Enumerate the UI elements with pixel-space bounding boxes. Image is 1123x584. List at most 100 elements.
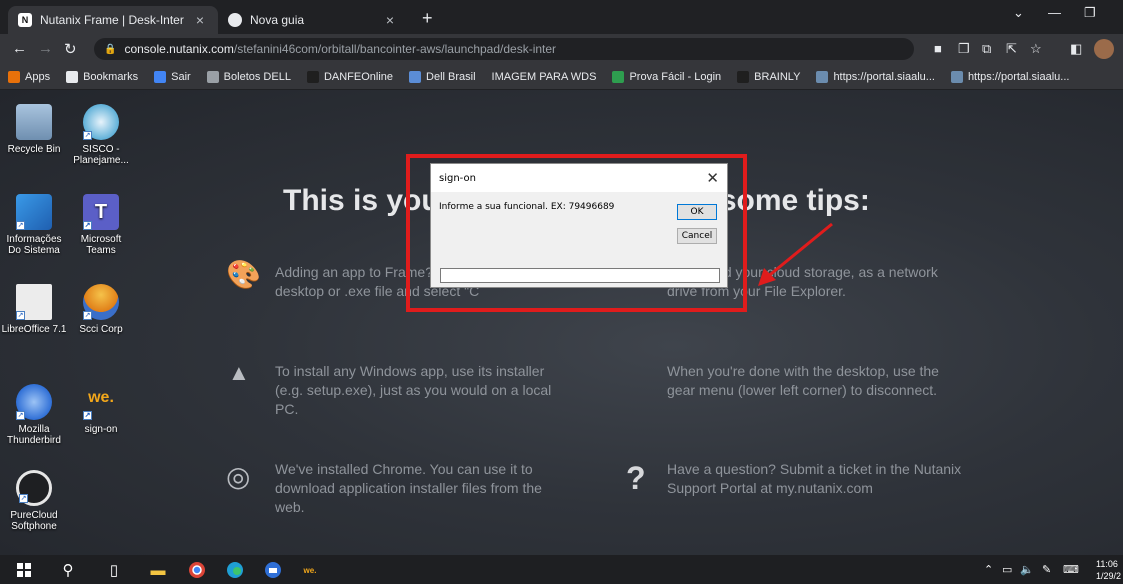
we-logo-icon: we. ↗	[83, 389, 114, 420]
bookmark-item[interactable]: BRAINLY	[737, 70, 801, 83]
bookmark-item[interactable]: Dell Brasil	[409, 70, 476, 83]
desktop-icon-system-info[interactable]: ↗ Informações Do Sistema	[1, 194, 67, 256]
desktop-icon-sign-on[interactable]: we. ↗ sign-on	[68, 384, 134, 435]
back-icon[interactable]: ←	[12, 40, 27, 57]
scci-icon: ↗	[83, 284, 119, 320]
bookmark-label: Boletos DELL	[223, 70, 291, 83]
cancel-button[interactable]: Cancel	[677, 228, 717, 244]
taskbar: ⚲ ▯ ▬ we. ⌃ ▭ 🔈 ✎ ⌨ 11:06 1/29/2	[0, 555, 1123, 584]
translate-icon[interactable]: ⧉	[982, 41, 991, 57]
forward-icon[interactable]: →	[38, 40, 53, 57]
system-info-icon: ↗	[16, 194, 52, 230]
chrome-taskbar-icon[interactable]	[187, 560, 207, 580]
desktop-icon-recycle-bin[interactable]: Recycle Bin	[1, 104, 67, 155]
close-tab-icon[interactable]: ×	[382, 12, 398, 28]
tab-search-icon[interactable]: ⌄	[1013, 5, 1024, 21]
star-icon	[66, 70, 79, 83]
minimize-button[interactable]: —	[1048, 5, 1061, 20]
tab-view-icon[interactable]: ❐	[958, 41, 970, 57]
bookmark-item[interactable]: https://portal.siaalu...	[816, 70, 935, 83]
url-path: /stefanini46com/orbitall/bancointer-aws/…	[233, 42, 557, 56]
pen-icon[interactable]: ✎	[1042, 563, 1051, 576]
chrome-icon	[228, 13, 242, 27]
recycle-bin-icon	[16, 104, 52, 140]
portal-icon	[950, 70, 963, 83]
task-view-icon[interactable]: ▯	[104, 560, 124, 580]
search-icon[interactable]: ⚲	[58, 560, 78, 580]
bookmark-label: https://portal.siaalu...	[967, 70, 1070, 83]
keyboard-icon[interactable]: ⌨	[1063, 563, 1079, 576]
annotation-arrow	[758, 222, 833, 286]
lines-icon	[612, 70, 625, 83]
reload-icon[interactable]: ↻	[64, 40, 77, 58]
bookmark-star-icon[interactable]: ☆	[1030, 41, 1042, 57]
bookmark-item[interactable]: https://portal.siaalu...	[950, 70, 1070, 83]
dialog-title: sign-on	[439, 172, 476, 184]
thunderbird-icon: ↗	[16, 384, 52, 420]
bookmark-item[interactable]: Sair	[154, 70, 191, 83]
bookmark-item[interactable]: Apps	[8, 70, 51, 83]
tip-disconnect: When you're done with the desktop, use t…	[667, 363, 939, 398]
tip-chrome: We've installed Chrome. You can use it t…	[275, 461, 542, 515]
system-clock[interactable]: 11:06 1/29/2	[1096, 558, 1121, 582]
bookmark-label: Bookmarks	[83, 70, 139, 83]
desktop-icon-sisco[interactable]: ↗ SISCO - Planejame...	[68, 104, 134, 166]
profile-avatar[interactable]	[1094, 39, 1114, 59]
edge-icon[interactable]	[225, 560, 245, 580]
bookmark-item[interactable]: Boletos DELL	[206, 70, 291, 83]
bookmark-label: Apps	[25, 70, 51, 83]
chevron-up-icon[interactable]: ⌃	[984, 563, 993, 576]
side-panel-icon[interactable]: ◧	[1070, 41, 1082, 57]
desktop-icon-scci-corp[interactable]: ↗ Scci Corp	[68, 284, 134, 335]
brainly-icon	[737, 70, 750, 83]
bookmark-label: Dell Brasil	[426, 70, 476, 83]
bookmark-label: https://portal.siaalu...	[833, 70, 935, 83]
bookmark-item[interactable]: IMAGEM PARA WDS	[492, 71, 597, 83]
dialog-titlebar[interactable]: sign-on ✕	[431, 164, 727, 192]
windows-start-icon[interactable]	[14, 560, 34, 580]
bookmark-label: IMAGEM PARA WDS	[491, 70, 597, 83]
restore-button[interactable]: ❐	[1084, 5, 1096, 21]
desktop-icon-teams[interactable]: T ↗ Microsoft Teams	[68, 194, 134, 256]
chrome-tip-icon: ◎	[226, 461, 251, 492]
file-explorer-icon[interactable]: ▬	[148, 560, 168, 580]
ok-button[interactable]: OK	[677, 204, 717, 220]
we-taskbar-icon[interactable]: we.	[300, 560, 320, 580]
libreoffice-icon: ↗	[16, 284, 52, 320]
bookmark-label: Prova Fácil - Login	[629, 70, 722, 83]
new-tab-button[interactable]: +	[422, 8, 433, 29]
lock-icon: 🔒	[104, 43, 117, 55]
funcional-input[interactable]	[440, 268, 720, 283]
camera-icon[interactable]: ■	[934, 41, 942, 56]
browser-tab-bar: N Nutanix Frame | Desk-Inter × Nova guia…	[0, 0, 1123, 34]
bookmark-item[interactable]: DANFEOnline	[306, 70, 394, 83]
d-icon	[306, 70, 319, 83]
sign-on-dialog: sign-on ✕ Informe a sua funcional. EX: 7…	[430, 163, 728, 288]
tab-title: Nutanix Frame | Desk-Inter	[40, 13, 184, 27]
desktop-icon-libreoffice[interactable]: ↗ LibreOffice 7.1	[1, 284, 67, 335]
bookmark-item[interactable]: Bookmarks	[66, 70, 139, 83]
question-icon: ?	[626, 460, 646, 496]
apps-grid-icon	[8, 70, 20, 83]
close-icon[interactable]: ✕	[706, 169, 719, 187]
bookmarks-bar: Apps Bookmarks Sair Boletos DELL DANFEOnline…	[0, 64, 1123, 90]
tab-nutanix-frame[interactable]: N Nutanix Frame | Desk-Inter ×	[8, 6, 218, 34]
desktop-icon-purecloud[interactable]: ↗ PureCloud Softphone	[1, 470, 67, 532]
close-tab-icon[interactable]: ×	[192, 12, 208, 28]
bookmark-label: BRAINLY	[754, 70, 801, 83]
dialog-message: Informe a sua funcional. EX: 79496689	[439, 202, 615, 212]
url-field[interactable]: 🔒 console.nutanix.com /stefanini46com/or…	[94, 38, 914, 60]
network-icon[interactable]: ▭	[1002, 563, 1012, 576]
url-host: console.nutanix.com	[124, 42, 234, 56]
thunderbird-taskbar-icon[interactable]	[263, 560, 283, 580]
desktop-icon-thunderbird[interactable]: ↗ Mozilla Thunderbird	[1, 384, 67, 446]
tab-new-tab[interactable]: Nova guia ×	[218, 6, 408, 34]
share-icon[interactable]: ⇱	[1006, 41, 1017, 57]
google-icon	[154, 70, 167, 83]
volume-icon[interactable]: 🔈	[1020, 563, 1034, 576]
tip-install-app: To install any Windows app, use its inst…	[275, 363, 552, 417]
teams-icon: T ↗	[83, 194, 119, 230]
dell-icon	[409, 70, 422, 83]
bookmark-item[interactable]: Prova Fácil - Login	[612, 70, 722, 83]
bookmark-label: DANFEOnline	[323, 70, 394, 83]
